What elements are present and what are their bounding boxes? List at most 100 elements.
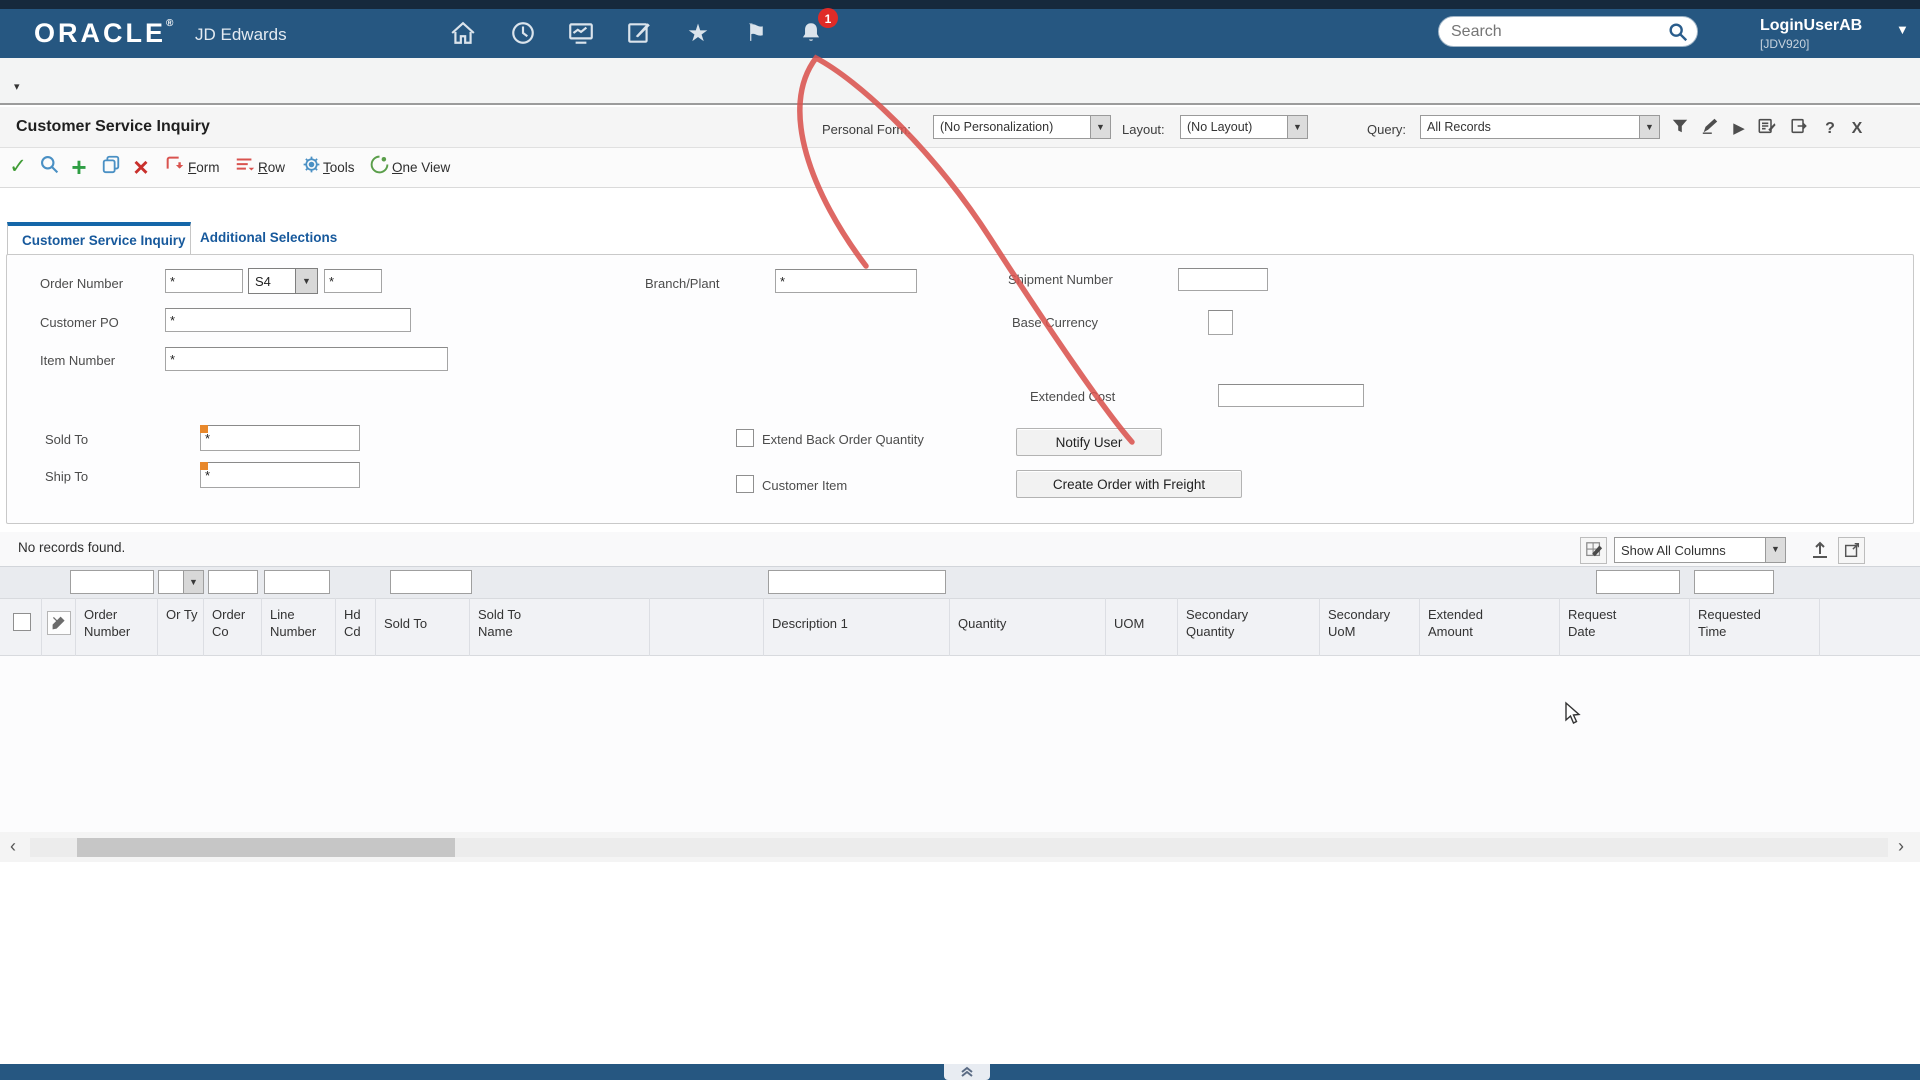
item-number-label: Item Number <box>40 353 116 368</box>
scroll-left-icon[interactable]: ‹ <box>10 836 16 857</box>
tab-customer-service-inquiry[interactable]: Customer Service Inquiry <box>7 222 191 255</box>
chevron-down-icon[interactable]: ▼ <box>1287 116 1307 138</box>
home-icon[interactable] <box>448 20 478 48</box>
extended-cost-input[interactable] <box>1218 384 1364 407</box>
col-sold-to-name[interactable]: Sold To Name <box>470 598 650 656</box>
close-form-icon[interactable]: X <box>1845 117 1869 141</box>
col-requested-time[interactable]: Requested Time <box>1690 598 1820 656</box>
sold-to-input[interactable] <box>200 425 360 451</box>
user-caret-icon[interactable]: ▼ <box>1896 22 1909 37</box>
col-quantity[interactable]: Quantity <box>950 598 1106 656</box>
qbe-order-type-combo[interactable]: ▼ <box>158 570 204 594</box>
col-secondary-quantity[interactable]: Secondary Quantity <box>1178 598 1320 656</box>
col-description-1[interactable]: Description 1 <box>764 598 950 656</box>
one-view-icon[interactable] <box>366 154 392 180</box>
notes-doc-icon[interactable] <box>1754 117 1778 141</box>
col-order-co[interactable]: Order Co <box>204 598 262 656</box>
customer-po-input[interactable] <box>165 308 411 332</box>
delete-icon[interactable]: × <box>128 154 154 180</box>
customer-item-checkbox[interactable] <box>736 475 754 493</box>
compose-icon[interactable] <box>624 20 654 48</box>
col-request-date[interactable]: Request Date <box>1560 598 1690 656</box>
expand-grid-icon[interactable] <box>1838 537 1865 564</box>
extend-back-order-label: Extend Back Order Quantity <box>762 432 924 447</box>
col-or-ty[interactable]: Or Ty <box>158 598 204 656</box>
notify-user-button[interactable]: Notify User <box>1016 428 1162 456</box>
chevron-down-icon[interactable]: ▼ <box>1765 538 1785 562</box>
item-number-input[interactable] <box>165 347 448 371</box>
col-hd-cd[interactable]: Hd Cd <box>336 598 376 656</box>
qbe-requested-time[interactable] <box>1694 570 1774 594</box>
grid-format-icon[interactable] <box>47 611 71 635</box>
run-play-icon[interactable]: ▶ <box>1727 117 1751 141</box>
qbe-line-number[interactable] <box>264 570 330 594</box>
chevron-down-icon[interactable]: ▼ <box>1090 116 1110 138</box>
filter-icon[interactable] <box>1668 117 1692 141</box>
base-currency-input[interactable] <box>1208 310 1233 335</box>
customize-grid-icon[interactable] <box>1580 537 1607 564</box>
grid-status-message: No records found. <box>18 540 126 555</box>
chevron-down-icon[interactable]: ▼ <box>183 571 203 593</box>
query-select[interactable]: All Records ▼ <box>1420 115 1660 139</box>
scroll-right-icon[interactable]: › <box>1898 836 1904 857</box>
visual-assist-marker <box>200 425 208 433</box>
help-icon[interactable]: ? <box>1818 117 1842 141</box>
export-grid-icon[interactable] <box>1806 537 1833 564</box>
row-menu-label[interactable]: Row <box>258 160 285 175</box>
ship-to-label: Ship To <box>45 469 89 484</box>
qbe-order-co[interactable] <box>208 570 258 594</box>
create-order-with-freight-button[interactable]: Create Order with Freight <box>1016 470 1242 498</box>
search-icon[interactable] <box>1667 21 1689 48</box>
show-columns-select[interactable]: Show All Columns ▼ <box>1614 537 1786 563</box>
grid-body <box>0 656 1920 832</box>
top-strip <box>0 0 1920 9</box>
order-number-to-input[interactable] <box>324 269 382 293</box>
user-menu[interactable]: LoginUserAB <box>1760 17 1862 35</box>
form-menu-label[interactable]: Form <box>188 160 220 175</box>
find-icon[interactable] <box>36 154 62 180</box>
scrollbar-thumb[interactable] <box>77 838 455 857</box>
copy-icon[interactable] <box>98 154 124 180</box>
col-sold-to[interactable]: Sold To <box>376 598 470 656</box>
export-doc-icon[interactable] <box>1786 117 1810 141</box>
col-line-number[interactable]: Line Number <box>262 598 336 656</box>
col-uom[interactable]: UOM <box>1106 598 1178 656</box>
one-view-menu-label[interactable]: One View <box>392 160 450 175</box>
extend-back-order-checkbox[interactable] <box>736 429 754 447</box>
collapse-panel-tab[interactable] <box>944 1064 990 1080</box>
order-number-input[interactable] <box>165 269 243 293</box>
watchlist-monitor-icon[interactable] <box>566 20 596 48</box>
col-secondary-uom[interactable]: Secondary UoM <box>1320 598 1420 656</box>
edit-pencil-icon[interactable] <box>1698 117 1722 141</box>
form-menu-icon[interactable] <box>162 154 188 180</box>
flag-icon[interactable]: ⚑ <box>741 20 771 48</box>
tools-gear-icon[interactable] <box>298 154 324 180</box>
add-icon[interactable]: + <box>66 154 92 180</box>
chevron-down-icon[interactable]: ▼ <box>295 269 317 293</box>
ok-check-icon[interactable]: ✓ <box>5 154 31 180</box>
carousel-collapse-icon[interactable]: ▾ <box>14 80 20 93</box>
chevron-down-icon[interactable]: ▼ <box>1639 116 1659 138</box>
select-all-checkbox[interactable] <box>13 613 31 631</box>
tab-additional-selections[interactable]: Additional Selections <box>192 222 357 255</box>
search-input[interactable] <box>1451 20 1646 43</box>
favorites-star-icon[interactable]: ★ <box>683 20 713 48</box>
global-search-box[interactable] <box>1438 16 1698 47</box>
ship-to-input[interactable] <box>200 462 360 488</box>
layout-select[interactable]: (No Layout) ▼ <box>1180 115 1308 139</box>
row-menu-icon[interactable] <box>232 154 258 180</box>
qbe-sold-to[interactable] <box>390 570 472 594</box>
qbe-description[interactable] <box>768 570 946 594</box>
tools-menu-label[interactable]: Tools <box>323 160 355 175</box>
col-order-number[interactable]: Order Number <box>76 598 158 656</box>
qbe-order-number[interactable] <box>70 570 154 594</box>
branch-plant-input[interactable] <box>775 269 917 293</box>
shipment-number-input[interactable] <box>1178 268 1268 291</box>
order-type-combo[interactable]: S4 ▼ <box>248 268 318 294</box>
personal-form-select[interactable]: (No Personalization) ▼ <box>933 115 1111 139</box>
branch-plant-label: Branch/Plant <box>645 276 720 291</box>
recent-reports-icon[interactable] <box>508 20 538 48</box>
action-toolbar <box>0 148 1920 188</box>
qbe-request-date[interactable] <box>1596 570 1680 594</box>
col-extended-amount[interactable]: Extended Amount <box>1420 598 1560 656</box>
